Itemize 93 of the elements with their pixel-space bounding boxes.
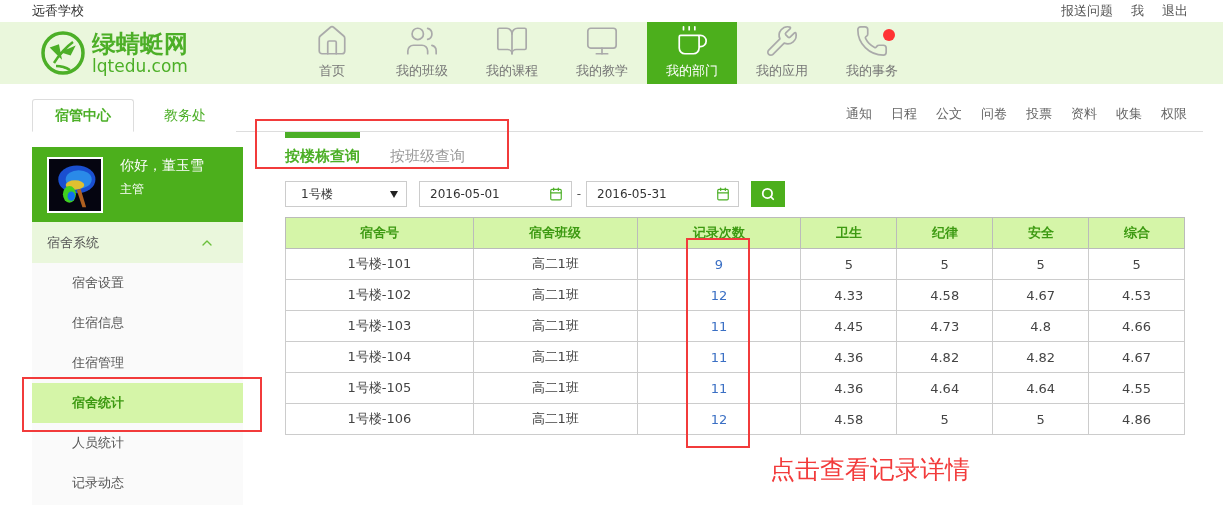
building-select[interactable]: 1号楼 <box>285 181 407 207</box>
table-cell: 4.66 <box>1088 310 1185 342</box>
house-icon <box>315 24 349 58</box>
table-cell: 4.86 <box>1088 403 1185 435</box>
column-header: 纪律 <box>896 217 993 249</box>
record-count-link[interactable]: 12 <box>710 411 728 427</box>
wrench-icon <box>765 24 799 58</box>
table-cell: 4.82 <box>992 341 1089 373</box>
section-link[interactable]: 资料 <box>1071 105 1097 123</box>
top-link[interactable]: 退出 <box>1162 2 1188 20</box>
start-date-field[interactable]: 2016-05-01 <box>419 181 572 207</box>
end-date-field[interactable]: 2016-05-31 <box>586 181 739 207</box>
table-cell: 5 <box>992 403 1089 435</box>
table-cell: 1号楼-105 <box>285 372 474 404</box>
calendar-icon <box>716 187 730 201</box>
table-cell: 5 <box>896 403 993 435</box>
table-cell: 5 <box>896 248 993 280</box>
annotation-note: 点击查看记录详情 <box>770 454 970 486</box>
section-link[interactable]: 收集 <box>1116 105 1142 123</box>
table-cell: 高二1班 <box>473 279 638 311</box>
nav-tab[interactable]: 首页 <box>287 22 377 84</box>
section-link[interactable]: 日程 <box>891 105 917 123</box>
table-cell: 4.36 <box>800 372 897 404</box>
dragonfly-logo-icon <box>40 30 86 76</box>
column-header: 安全 <box>992 217 1089 249</box>
table-cell: 高二1班 <box>473 372 638 404</box>
table-cell: 5 <box>1088 248 1185 280</box>
sidebar-item[interactable]: 宿舍设置 <box>32 263 243 303</box>
search-icon <box>761 187 775 201</box>
table-cell: 1号楼-101 <box>285 248 474 280</box>
section-link[interactable]: 权限 <box>1161 105 1187 123</box>
record-count-link[interactable]: 11 <box>710 380 728 396</box>
phone-icon <box>855 24 889 58</box>
table-cell: 4.82 <box>896 341 993 373</box>
table-cell: 4.58 <box>896 279 993 311</box>
logo-name: 绿蜻蜓网 <box>92 31 188 56</box>
monitor-icon <box>585 24 619 58</box>
sidebar-item[interactable]: 住宿信息 <box>32 303 243 343</box>
table-cell: 4.53 <box>1088 279 1185 311</box>
table-cell: 4.8 <box>992 310 1089 342</box>
search-button[interactable] <box>751 181 785 207</box>
table-cell: 4.67 <box>992 279 1089 311</box>
section-link[interactable]: 投票 <box>1026 105 1052 123</box>
section-link[interactable]: 公文 <box>936 105 962 123</box>
table-cell: 1号楼-106 <box>285 403 474 435</box>
record-count-link[interactable]: 11 <box>710 318 728 334</box>
nav-tab[interactable]: 我的教学 <box>557 22 647 84</box>
section-link[interactable]: 问卷 <box>981 105 1007 123</box>
sidebar-item[interactable]: 人员统计 <box>32 423 243 463</box>
table-cell: 4.67 <box>1088 341 1185 373</box>
table-cell: 高二1班 <box>473 248 638 280</box>
top-link[interactable]: 报送问题 <box>1061 2 1113 20</box>
record-count-link[interactable]: 9 <box>714 256 724 272</box>
nav-tab[interactable]: 我的班级 <box>377 22 467 84</box>
column-header: 卫生 <box>800 217 897 249</box>
date-separator: - <box>575 187 583 201</box>
nav-tab[interactable]: 我的课程 <box>467 22 557 84</box>
cup-icon <box>675 24 709 58</box>
logo-domain: lqtedu.com <box>92 57 188 75</box>
record-count-link[interactable]: 11 <box>710 349 728 365</box>
calendar-icon <box>549 187 563 201</box>
dropdown-arrow-icon <box>390 190 398 198</box>
table-cell: 4.64 <box>992 372 1089 404</box>
user-role: 主管 <box>120 181 145 198</box>
column-header: 综合 <box>1088 217 1185 249</box>
table-cell: 1号楼-102 <box>285 279 474 311</box>
table-cell: 4.55 <box>1088 372 1185 404</box>
table-cell: 5 <box>992 248 1089 280</box>
section-link[interactable]: 通知 <box>846 105 872 123</box>
table-cell: 4.33 <box>800 279 897 311</box>
greeting: 你好，董玉雪 <box>120 157 204 175</box>
table-cell: 4.64 <box>896 372 993 404</box>
sidebar-item[interactable]: 记录动态 <box>32 463 243 503</box>
table-cell: 5 <box>800 248 897 280</box>
table-cell: 1号楼-103 <box>285 310 474 342</box>
people-icon <box>405 24 439 58</box>
column-header: 宿舍号 <box>285 217 474 249</box>
sidebar-item[interactable]: 住宿管理 <box>32 343 243 383</box>
table-cell: 4.58 <box>800 403 897 435</box>
top-link[interactable]: 我 <box>1131 2 1144 20</box>
nav-tab[interactable]: 我的事务 <box>827 22 917 84</box>
table-cell: 高二1班 <box>473 403 638 435</box>
table-cell: 4.45 <box>800 310 897 342</box>
record-count-link[interactable]: 12 <box>710 287 728 303</box>
menu-group[interactable]: 宿舍系统 <box>32 222 243 263</box>
table-cell: 4.73 <box>896 310 993 342</box>
table-cell: 4.36 <box>800 341 897 373</box>
table-cell: 高二1班 <box>473 341 638 373</box>
column-header: 宿舍班级 <box>473 217 638 249</box>
school-name: 远香学校 <box>32 2 84 20</box>
table-cell: 1号楼-104 <box>285 341 474 373</box>
table-cell: 高二1班 <box>473 310 638 342</box>
nav-tab[interactable]: 我的应用 <box>737 22 827 84</box>
